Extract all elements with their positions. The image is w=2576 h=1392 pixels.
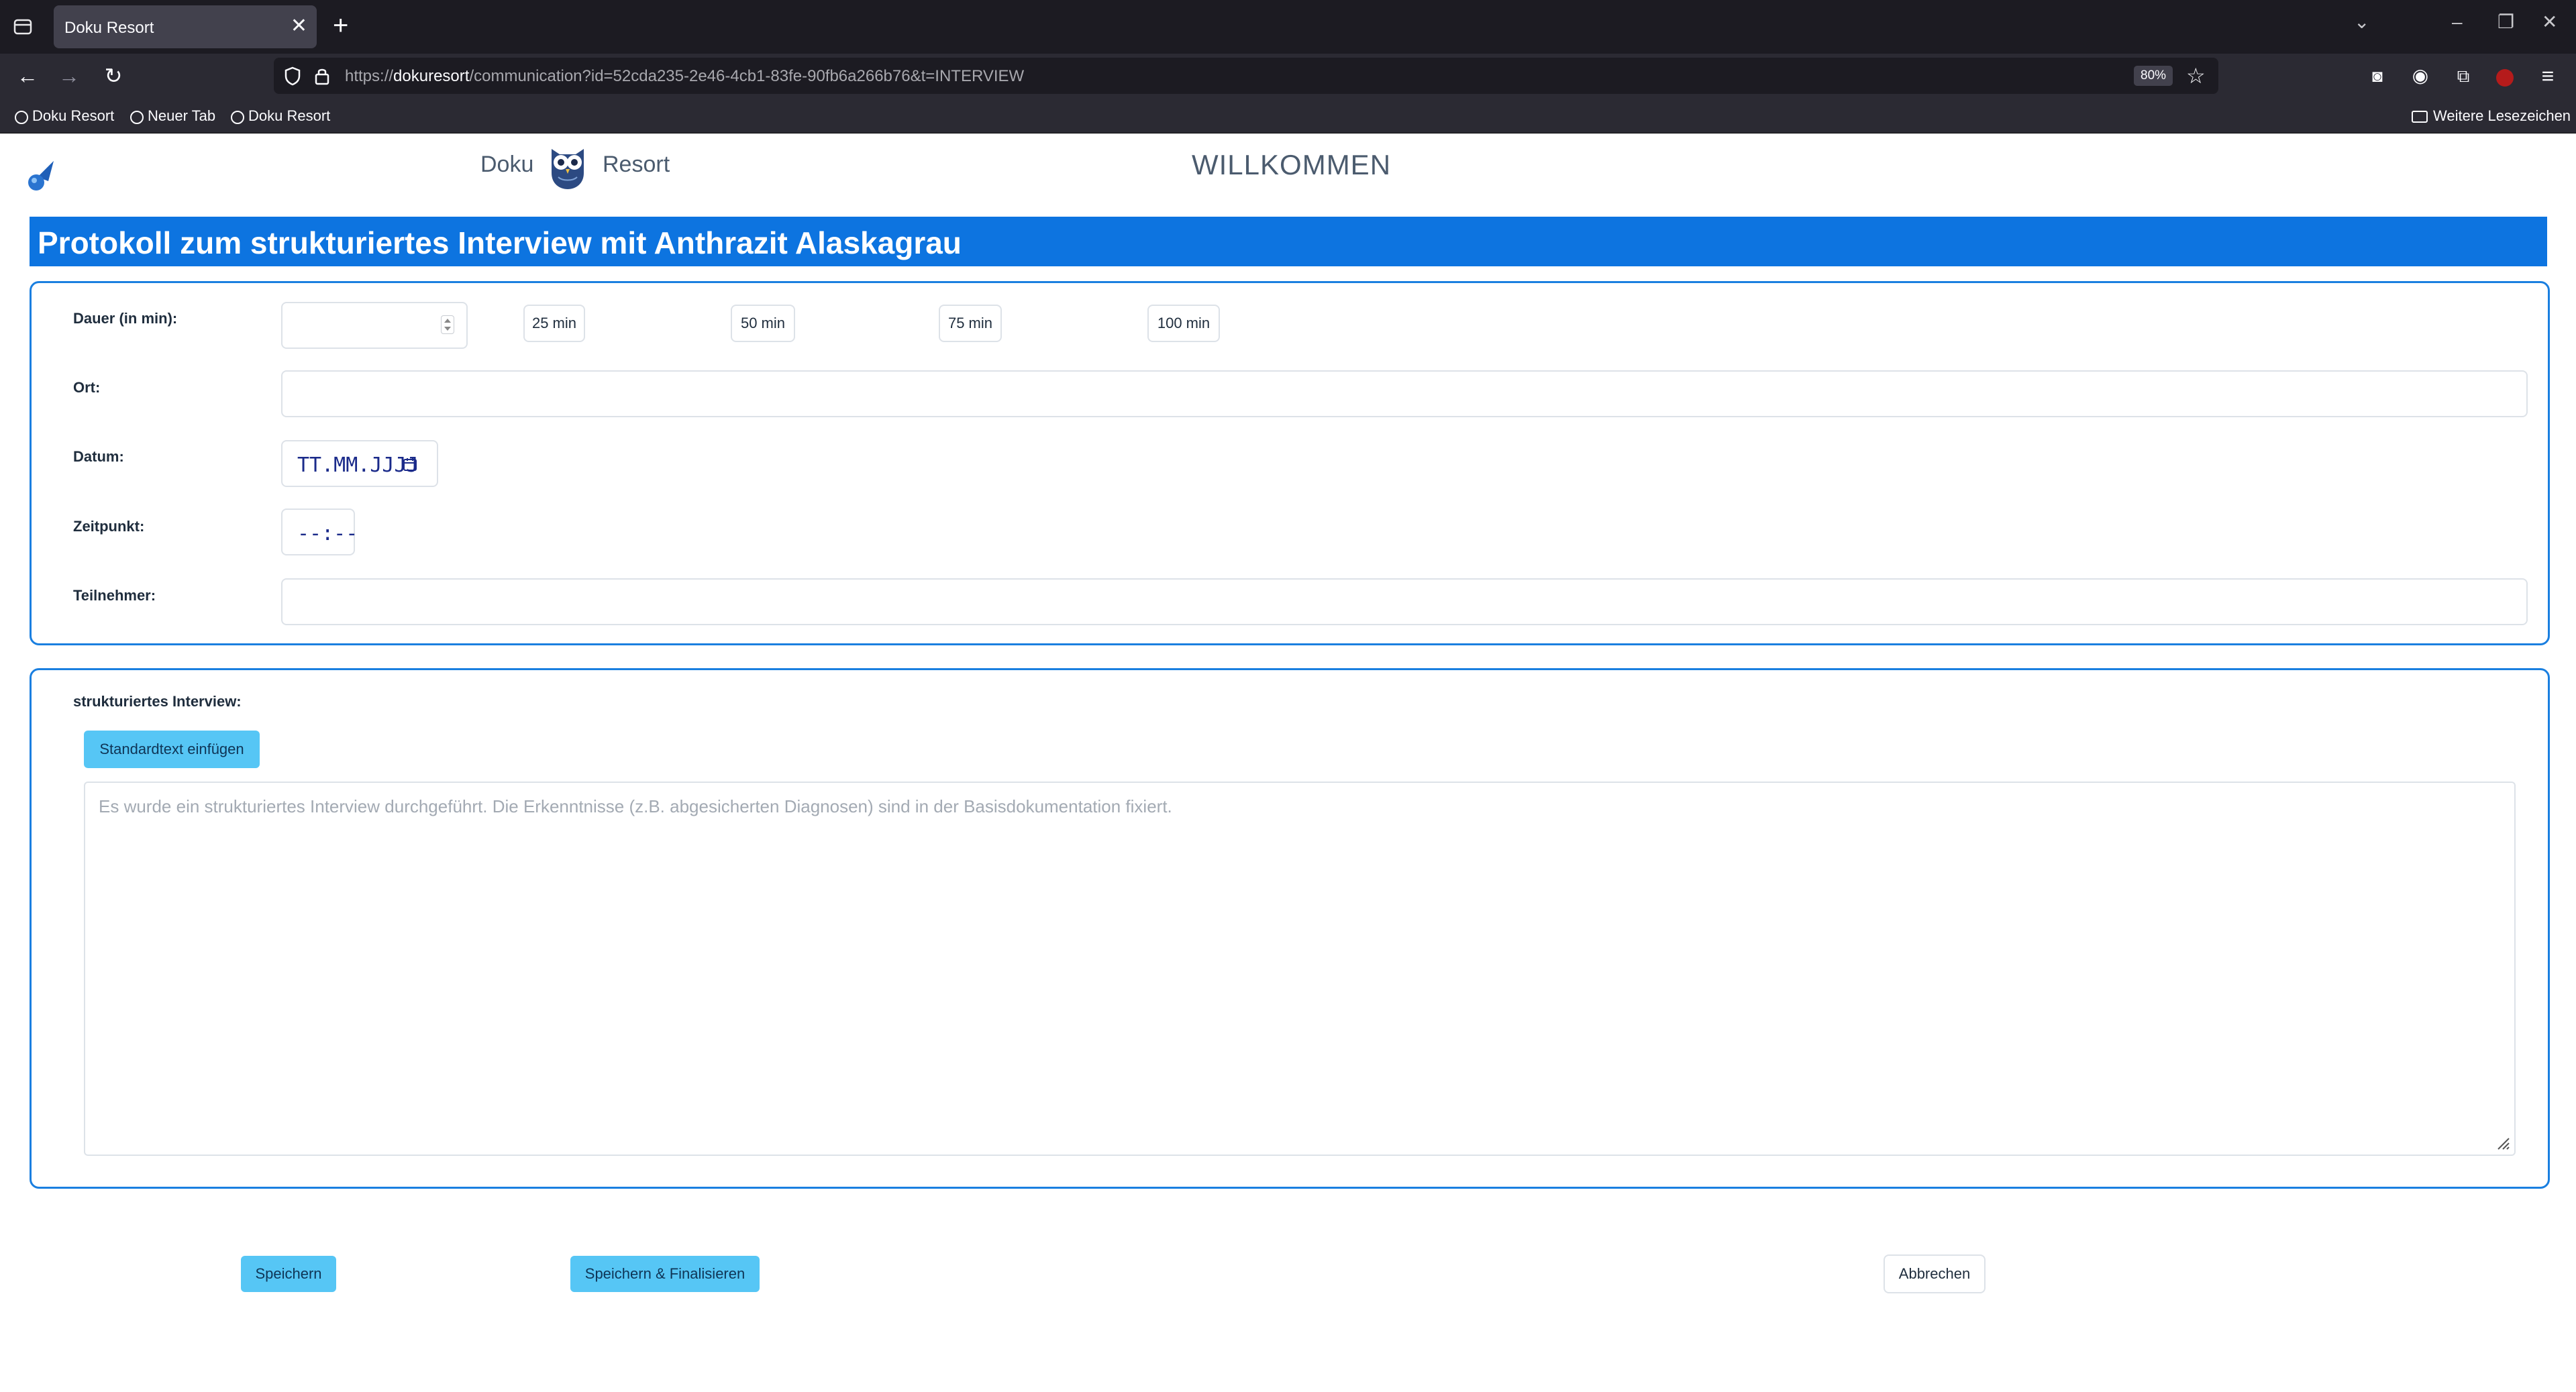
- brand: Doku Resort: [480, 149, 670, 189]
- tracking-shield-icon[interactable]: [283, 66, 302, 86]
- duration-preset-50[interactable]: 50 min: [731, 305, 795, 342]
- account-icon[interactable]: ◉: [2408, 63, 2433, 89]
- other-bookmarks[interactable]: Weitere Lesezeichen: [2412, 107, 2571, 125]
- menu-icon[interactable]: ≡: [2535, 63, 2561, 89]
- reload-icon[interactable]: ↻: [101, 63, 126, 89]
- globe-icon: [130, 111, 144, 124]
- calendar-icon[interactable]: [402, 456, 418, 472]
- duration-input[interactable]: [281, 302, 468, 349]
- duration-label: Dauer (in min):: [73, 310, 178, 327]
- location-input[interactable]: [281, 370, 2528, 417]
- cancel-button[interactable]: Abbrechen: [1884, 1254, 1986, 1293]
- participants-label: Teilnehmer:: [73, 587, 156, 604]
- duration-preset-75[interactable]: 75 min: [939, 305, 1002, 342]
- brand-left: Doku: [480, 152, 534, 177]
- tab-overflow-chevron-icon[interactable]: ⌄: [2354, 12, 2369, 32]
- tab-close-icon[interactable]: ✕: [291, 16, 307, 36]
- interview-label: strukturiertes Interview:: [73, 693, 242, 710]
- participants-input[interactable]: [281, 578, 2528, 625]
- page-title-banner: Protokoll zum strukturiertes Interview m…: [30, 217, 2547, 266]
- browser-tabbar: Doku Resort ✕ + ⌄ – ❐ ✕: [0, 0, 2576, 54]
- restore-icon[interactable]: ❐: [2497, 12, 2514, 32]
- url-text: https://dokuresort/communication?id=52cd…: [345, 67, 1025, 85]
- globe-icon: [231, 111, 244, 124]
- interview-card: strukturiertes Interview: Standardtext e…: [30, 668, 2550, 1189]
- tab-list-icon[interactable]: [12, 16, 34, 38]
- tab-title: Doku Resort: [64, 19, 154, 37]
- browser-navbar: ← → ↻ https://dokuresort/communication?i…: [0, 54, 2576, 98]
- date-placeholder: TT.MM.JJJJ: [297, 453, 419, 477]
- number-spinner-icon[interactable]: [441, 315, 454, 334]
- location-label: Ort:: [73, 379, 101, 396]
- back-icon[interactable]: ←: [15, 63, 40, 89]
- meta-form-card: Dauer (in min): 25 min 50 min 75 min 100…: [30, 281, 2550, 645]
- interview-textarea[interactable]: Es wurde ein strukturiertes Interview du…: [84, 782, 2516, 1156]
- bookmark-item[interactable]: Doku Resort: [15, 107, 114, 125]
- url-bar[interactable]: https://dokuresort/communication?id=52cd…: [274, 58, 2218, 94]
- bookmark-item[interactable]: Doku Resort: [231, 107, 330, 125]
- owl-logo-icon: [552, 149, 584, 189]
- zoom-badge[interactable]: 80%: [2134, 66, 2173, 86]
- extensions-icon[interactable]: ⧉: [2451, 63, 2476, 89]
- bookmark-item[interactable]: Neuer Tab: [130, 107, 215, 125]
- browser-tab[interactable]: Doku Resort ✕: [54, 5, 317, 48]
- bookmark-star-icon[interactable]: ☆: [2186, 63, 2206, 89]
- minimize-icon[interactable]: –: [2452, 12, 2463, 32]
- bookmarks-toolbar: Doku Resort Neuer Tab Doku Resort Weiter…: [0, 98, 2576, 133]
- page-title: Protokoll zum strukturiertes Interview m…: [38, 225, 962, 260]
- app-logo-icon[interactable]: [24, 157, 60, 193]
- date-input[interactable]: TT.MM.JJJJ: [281, 440, 438, 487]
- brand-right: Resort: [603, 152, 670, 177]
- time-label: Zeitpunkt:: [73, 518, 145, 535]
- new-tab-icon[interactable]: +: [333, 12, 348, 39]
- resize-handle-icon[interactable]: [2495, 1136, 2510, 1150]
- folder-icon: [2412, 111, 2428, 123]
- date-label: Datum:: [73, 448, 124, 465]
- duration-preset-25[interactable]: 25 min: [523, 305, 585, 342]
- save-button[interactable]: Speichern: [241, 1256, 336, 1292]
- forward-icon[interactable]: →: [56, 63, 82, 89]
- globe-icon: [15, 111, 28, 124]
- window-close-icon[interactable]: ✕: [2542, 12, 2557, 32]
- pocket-icon[interactable]: ◙: [2365, 63, 2390, 89]
- welcome-heading: WILLKOMMEN: [1192, 149, 1392, 180]
- save-finalize-button[interactable]: Speichern & Finalisieren: [570, 1256, 760, 1292]
- insert-standard-text-button[interactable]: Standardtext einfügen: [84, 731, 260, 768]
- duration-preset-100[interactable]: 100 min: [1147, 305, 1220, 342]
- interview-placeholder: Es wurde ein strukturiertes Interview du…: [99, 796, 1172, 816]
- ublock-icon[interactable]: [2492, 63, 2518, 89]
- time-input[interactable]: --:--: [281, 508, 358, 555]
- lock-icon[interactable]: [314, 66, 330, 86]
- time-placeholder: --:--: [297, 522, 358, 545]
